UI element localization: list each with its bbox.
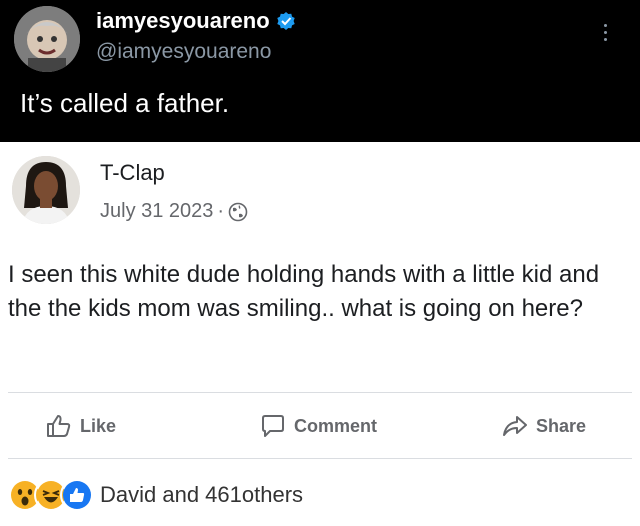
date-separator: · (217, 200, 225, 222)
comment-label: Comment (294, 415, 378, 436)
like-label: Like (80, 415, 117, 436)
like-button[interactable]: Like (46, 414, 116, 438)
divider (8, 392, 632, 393)
post-date[interactable]: July 31 2023 (100, 200, 213, 223)
tweet-card: iamyesyouareno @iamyesyouareno It’s call… (0, 0, 640, 142)
display-name-text: iamyesyouareno (96, 8, 270, 33)
more-vertical-icon[interactable] (600, 20, 610, 50)
like-reaction-icon (60, 478, 94, 512)
share-label: Share (536, 415, 587, 436)
thumbs-up-icon (47, 415, 71, 437)
share-button[interactable]: Share (502, 414, 586, 438)
tweet-text: It’s called a father. (20, 88, 230, 118)
reaction-summary-text[interactable]: David and 461others (100, 482, 303, 508)
profile-photo-icon (12, 156, 80, 224)
post-author-name[interactable]: T-Clap (100, 160, 165, 186)
divider (8, 458, 632, 459)
post-body: I seen this white dude holding hands wit… (8, 261, 600, 322)
post-action-bar: Like Comment Share (0, 406, 640, 446)
tweet-handle[interactable]: @iamyesyouareno (96, 40, 271, 64)
cartoon-avatar-icon (14, 6, 80, 72)
tweet-avatar[interactable] (14, 6, 80, 72)
post-author-avatar[interactable] (12, 156, 80, 224)
reaction-summary[interactable]: David and 461others (8, 478, 303, 512)
post-meta: July 31 2023 · (100, 200, 248, 223)
globe-icon (228, 202, 248, 221)
comment-bubble-icon (262, 415, 284, 437)
tweet-display-name[interactable]: iamyesyouareno (96, 8, 296, 34)
comment-button[interactable]: Comment (260, 414, 377, 438)
share-arrow-icon (503, 416, 527, 436)
verified-badge-icon (276, 12, 295, 30)
